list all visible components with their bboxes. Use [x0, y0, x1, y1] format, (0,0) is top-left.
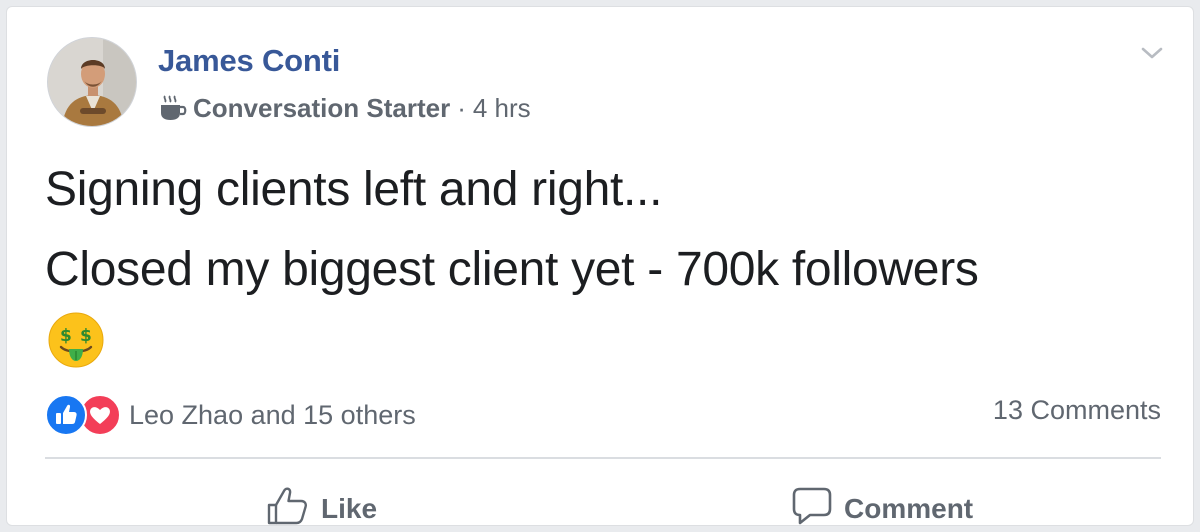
author-name[interactable]: James Conti — [158, 43, 340, 79]
like-label: Like — [321, 492, 378, 524]
reactions-summary[interactable]: Leo Zhao and 15 others — [45, 393, 416, 437]
post-card: James Conti Conversation Starter · 4 hrs… — [6, 6, 1194, 526]
svg-text:$: $ — [80, 326, 92, 346]
post-timestamp[interactable]: 4 hrs — [473, 93, 531, 124]
author-avatar[interactable] — [47, 37, 137, 127]
post-text-line: Closed my biggest client yet - 700k foll… — [45, 243, 979, 296]
speech-bubble-icon — [790, 485, 844, 532]
comment-count[interactable]: 13 Comments — [993, 395, 1161, 426]
meta-separator: · — [457, 92, 466, 123]
post-text-line: Signing clients left and right... — [45, 163, 663, 216]
comment-button[interactable]: Comment — [790, 485, 973, 532]
coffee-cup-icon — [158, 93, 188, 123]
action-divider — [45, 457, 1161, 459]
money-mouth-face-emoji: $ $ — [47, 311, 105, 369]
post-meta: Conversation Starter · 4 hrs — [158, 91, 531, 125]
like-reaction-icon — [45, 394, 87, 436]
reactors-text[interactable]: Leo Zhao and 15 others — [129, 400, 416, 431]
like-button[interactable]: Like — [265, 485, 377, 532]
comment-label: Comment — [844, 492, 974, 524]
badge-label[interactable]: Conversation Starter — [193, 93, 450, 124]
thumbs-up-icon — [265, 485, 321, 532]
svg-text:$: $ — [60, 326, 72, 346]
chevron-down-icon[interactable] — [1137, 41, 1167, 65]
profile-photo — [48, 38, 136, 126]
